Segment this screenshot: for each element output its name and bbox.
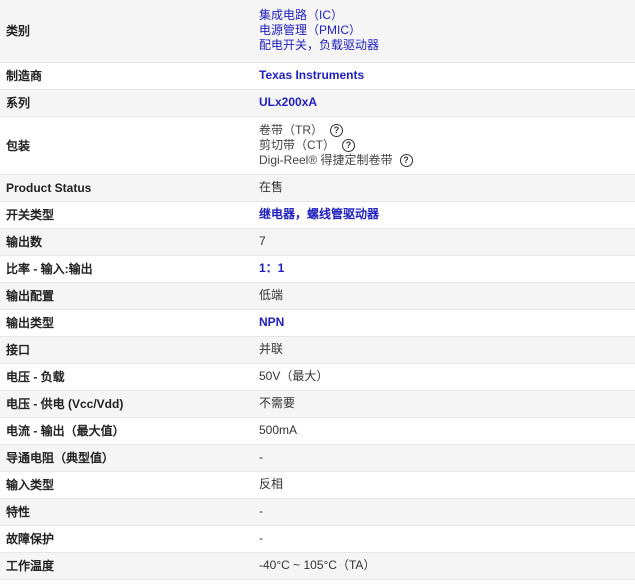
product-attributes-table: 类别 集成电路（IC） 电源管理（PMIC） 配电开关，负载驱动器 制造商 Te… [0, 0, 635, 580]
category-link-ic[interactable]: 集成电路（IC） [259, 8, 629, 23]
attr-value: 反相 [253, 471, 635, 499]
attr-row-fault-protection: 故障保护 - [0, 525, 635, 553]
attr-row-on-resistance: 导通电阻（典型值） - [0, 444, 635, 472]
attr-value: NPN [253, 309, 635, 337]
ratio-link[interactable]: 1：1 [259, 261, 629, 276]
attr-label: Product Status [0, 174, 253, 202]
attr-value: -40°C ~ 105°C（TA） [253, 552, 635, 580]
attr-label: 导通电阻（典型值） [0, 444, 253, 472]
attr-row-product-status: Product Status 在售 [0, 174, 635, 202]
question-circle-icon[interactable]: ? [330, 123, 343, 137]
attr-value: - [253, 444, 635, 472]
attr-value: 50V（最大） [253, 363, 635, 391]
attr-row-voltage-load: 电压 - 负载 50V（最大） [0, 363, 635, 391]
category-link-pmic[interactable]: 电源管理（PMIC） [259, 23, 629, 38]
series-link[interactable]: ULx200xA [259, 95, 629, 110]
category-link-load-driver[interactable]: 配电开关，负载驱动器 [259, 38, 629, 53]
packaging-option-digireel: Digi-Reel® 得捷定制卷带 ? [259, 153, 629, 168]
attr-value: 不需要 [253, 390, 635, 418]
attr-label: 类别 [0, 0, 253, 63]
attr-row-input-type: 输入类型 反相 [0, 471, 635, 499]
attr-value: 低端 [253, 282, 635, 310]
attr-value: - [253, 525, 635, 553]
attr-label: 系列 [0, 89, 253, 117]
attr-row-features: 特性 - [0, 498, 635, 526]
attr-label: 电压 - 供电 (Vcc/Vdd) [0, 390, 253, 418]
attr-value: 在售 [253, 174, 635, 202]
attr-value: 集成电路（IC） 电源管理（PMIC） 配电开关，负载驱动器 [253, 0, 635, 63]
manufacturer-link[interactable]: Texas Instruments [259, 68, 629, 83]
output-type-link[interactable]: NPN [259, 315, 629, 330]
attr-label: 电流 - 输出（最大值） [0, 417, 253, 445]
attr-value: 卷带（TR） ? 剪切带（CT） ? Digi-Reel® 得捷定制卷带 ? [253, 116, 635, 175]
attr-row-switch-type: 开关类型 继电器，螺线管驱动器 [0, 201, 635, 229]
packaging-option-tr: 卷带（TR） ? [259, 123, 629, 138]
attr-value: ULx200xA [253, 89, 635, 117]
attr-label: 故障保护 [0, 525, 253, 553]
attr-label: 制造商 [0, 62, 253, 90]
attr-value: 1：1 [253, 255, 635, 283]
attr-label: 电压 - 负载 [0, 363, 253, 391]
attr-row-ratio: 比率 - 输入:输出 1：1 [0, 255, 635, 283]
question-circle-icon[interactable]: ? [342, 138, 355, 152]
attr-row-output-count: 输出数 7 [0, 228, 635, 256]
attr-label: 输出类型 [0, 309, 253, 337]
attr-value: 7 [253, 228, 635, 256]
attr-row-voltage-supply: 电压 - 供电 (Vcc/Vdd) 不需要 [0, 390, 635, 418]
attr-label: 包装 [0, 116, 253, 175]
attr-value: 继电器，螺线管驱动器 [253, 201, 635, 229]
attr-label: 特性 [0, 498, 253, 526]
packaging-label: Digi-Reel® 得捷定制卷带 [259, 152, 393, 167]
attr-value: 500mA [253, 417, 635, 445]
attr-row-operating-temp: 工作温度 -40°C ~ 105°C（TA） [0, 552, 635, 580]
attr-row-manufacturer: 制造商 Texas Instruments [0, 62, 635, 90]
attr-value: 并联 [253, 336, 635, 364]
attr-label: 输入类型 [0, 471, 253, 499]
attr-row-output-config: 输出配置 低端 [0, 282, 635, 310]
packaging-label: 剪切带（CT） [259, 137, 335, 152]
attr-label: 工作温度 [0, 552, 253, 580]
attr-row-current-output: 电流 - 输出（最大值） 500mA [0, 417, 635, 445]
switch-type-link[interactable]: 继电器，螺线管驱动器 [259, 207, 629, 222]
attr-label: 开关类型 [0, 201, 253, 229]
attr-value: - [253, 498, 635, 526]
packaging-label: 卷带（TR） [259, 122, 323, 137]
attr-label: 比率 - 输入:输出 [0, 255, 253, 283]
question-circle-icon[interactable]: ? [399, 153, 413, 167]
attr-label: 输出数 [0, 228, 253, 256]
attr-row-series: 系列 ULx200xA [0, 89, 635, 117]
packaging-option-ct: 剪切带（CT） ? [259, 138, 629, 153]
attr-label: 接口 [0, 336, 253, 364]
attr-row-packaging: 包装 卷带（TR） ? 剪切带（CT） ? Digi-Reel® 得捷定制卷带 … [0, 116, 635, 175]
attr-value: Texas Instruments [253, 62, 635, 90]
attr-label: 输出配置 [0, 282, 253, 310]
attr-row-category: 类别 集成电路（IC） 电源管理（PMIC） 配电开关，负载驱动器 [0, 0, 635, 63]
attr-row-output-type: 输出类型 NPN [0, 309, 635, 337]
attr-row-interface: 接口 并联 [0, 336, 635, 364]
